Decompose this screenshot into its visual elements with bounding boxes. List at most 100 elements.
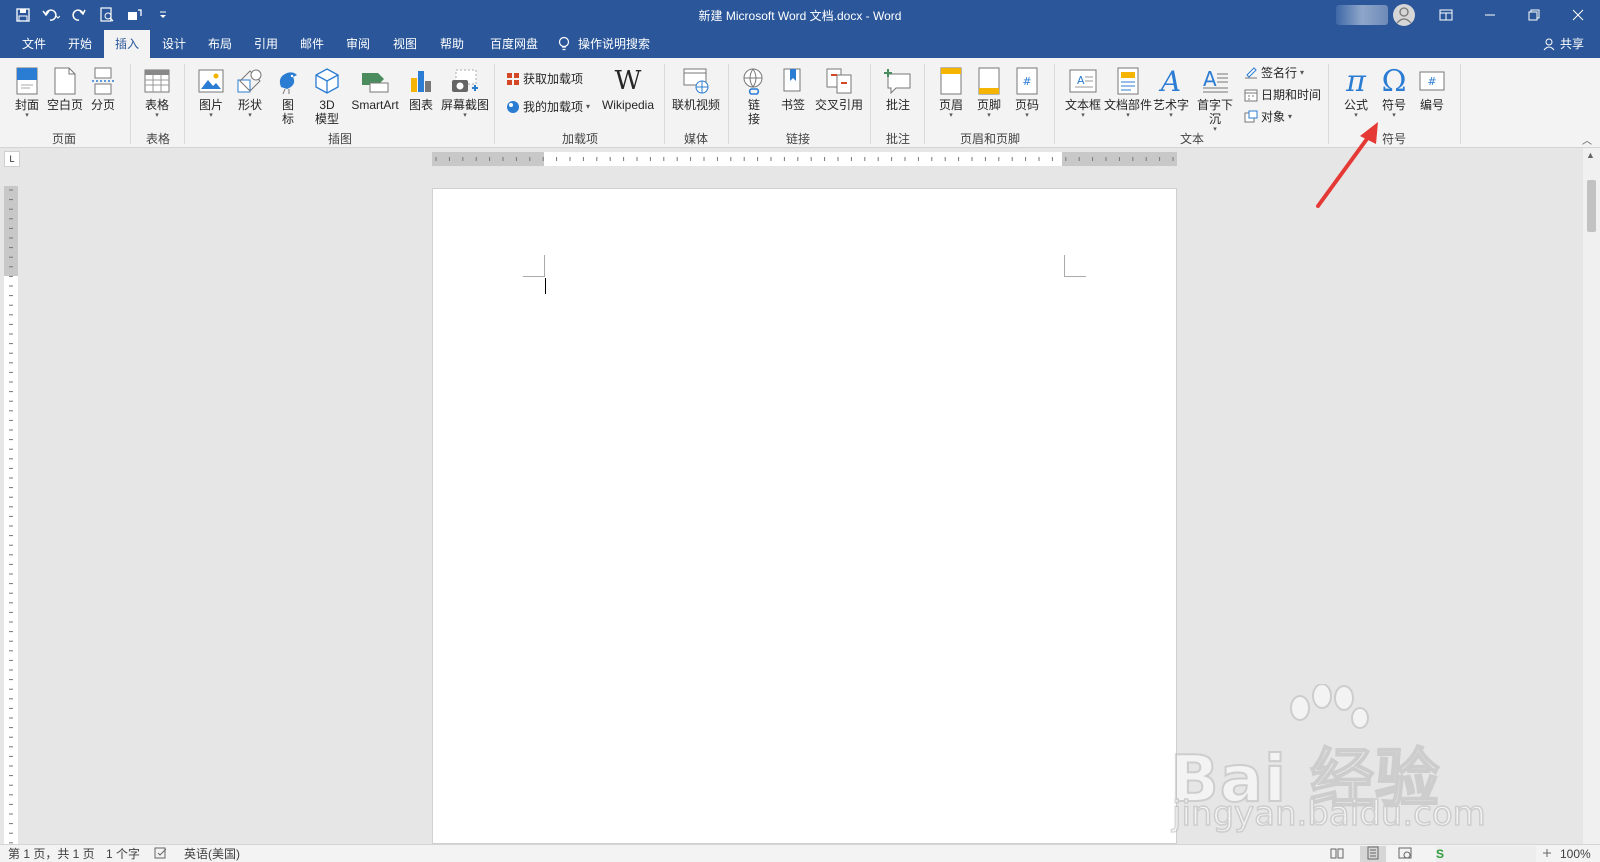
table-button[interactable]: 表格 ▾	[142, 64, 172, 120]
text-box-button[interactable]: A 文本框 ▾	[1064, 64, 1102, 120]
picture-button[interactable]: 图片 ▾	[196, 64, 226, 120]
wikipedia-button[interactable]: W Wikipedia	[598, 64, 658, 112]
equation-button[interactable]: π 公式 ▾	[1340, 64, 1372, 120]
tab-layout[interactable]: 布局	[200, 30, 240, 58]
close-icon[interactable]	[1556, 0, 1600, 30]
number-icon: #	[1419, 64, 1445, 98]
quick-parts-button[interactable]: 文档部件 ▾	[1104, 64, 1152, 120]
tab-design[interactable]: 设计	[154, 30, 194, 58]
bookmark-button[interactable]: 书签	[778, 64, 808, 112]
smartart-button[interactable]: SmartArt	[348, 64, 402, 112]
blank-page-button[interactable]: 空白页	[46, 64, 84, 112]
chart-button[interactable]: 图表	[406, 64, 436, 112]
object-button[interactable]: 对象 ▾	[1244, 108, 1292, 125]
bird-icon	[275, 64, 301, 98]
vertical-ruler[interactable]	[4, 186, 18, 846]
page-number-icon: #	[1016, 64, 1038, 98]
tab-selector[interactable]: L	[4, 151, 20, 167]
cover-page-button[interactable]: 封面 ▾	[12, 64, 42, 120]
group-label-header-footer: 页眉和页脚	[960, 132, 1021, 146]
restore-icon[interactable]	[1512, 0, 1556, 30]
3d-models-button[interactable]: 3D 模型	[312, 64, 342, 126]
tell-me-search[interactable]: 操作说明搜索	[558, 30, 668, 58]
scrollbar-thumb[interactable]	[1587, 180, 1596, 232]
quick-parts-icon	[1117, 64, 1139, 98]
minimize-icon[interactable]	[1468, 0, 1512, 30]
page-count[interactable]: 第 1 页，共 1 页	[8, 846, 95, 862]
web-layout-icon[interactable]	[1398, 846, 1412, 862]
new-comment-button[interactable]: 批注	[880, 64, 916, 112]
user-name-blurred[interactable]	[1336, 5, 1388, 25]
ribbon-display-icon[interactable]	[1424, 0, 1468, 30]
icons-button[interactable]: 图 标	[274, 64, 302, 126]
cross-reference-button[interactable]: 交叉引用	[814, 64, 864, 112]
symbol-button[interactable]: Ω 符号 ▾	[1378, 64, 1410, 120]
wordart-icon: A	[1160, 64, 1182, 98]
horizontal-ruler-ticks	[435, 157, 1174, 161]
tab-insert[interactable]: 插入	[104, 30, 150, 58]
numbering-button[interactable]: # 编号	[1416, 64, 1448, 112]
pi-icon: π	[1346, 63, 1366, 99]
tab-help[interactable]: 帮助	[432, 30, 472, 58]
page-number-button[interactable]: # 页码 ▾	[1012, 64, 1042, 120]
store-icon	[507, 72, 519, 85]
header-button[interactable]: 页眉 ▾	[936, 64, 966, 120]
group-label-illustrations: 插图	[328, 132, 353, 146]
table-icon	[144, 64, 170, 98]
text-cursor	[545, 278, 546, 294]
tell-me-label: 操作说明搜索	[578, 37, 651, 51]
tab-view[interactable]: 视图	[385, 30, 425, 58]
language[interactable]: 英语(美国)	[184, 846, 240, 862]
sogou-ime-icon: S	[1436, 847, 1445, 861]
tab-references[interactable]: 引用	[246, 30, 286, 58]
group-label-links: 链接	[786, 132, 811, 146]
camera-icon	[450, 64, 480, 98]
svg-text:#: #	[1022, 75, 1031, 88]
read-mode-icon[interactable]	[1330, 846, 1344, 862]
date-time-button[interactable]: 日期和时间	[1244, 86, 1321, 103]
group-label-media: 媒体	[684, 132, 709, 146]
document-page[interactable]	[432, 188, 1177, 844]
screenshot-button[interactable]: 屏幕截图 ▾	[440, 64, 490, 120]
scroll-up-icon[interactable]: ▲	[1586, 150, 1595, 160]
wordart-button[interactable]: A 艺术字 ▾	[1152, 64, 1190, 120]
comment-icon	[884, 64, 912, 98]
globe-link-icon	[741, 64, 767, 98]
online-video-button[interactable]: 联机视频	[672, 64, 720, 112]
page-break-button[interactable]: 分页	[88, 64, 118, 112]
get-addins-button[interactable]: 获取加载项	[506, 70, 583, 87]
share-label: 共享	[1559, 37, 1584, 51]
margin-marker-top-right	[1064, 255, 1086, 277]
watermark-url: jingyan.baidu.com	[1171, 793, 1486, 835]
vertical-ruler-ticks	[9, 189, 13, 844]
tab-mailings[interactable]: 邮件	[292, 30, 332, 58]
footer-button[interactable]: 页脚 ▾	[974, 64, 1004, 120]
proofing-icon[interactable]	[154, 846, 168, 862]
link-button[interactable]: 链 接	[740, 64, 768, 126]
signature-icon	[1245, 66, 1257, 78]
my-addins-button[interactable]: 我的加载项 ▾	[506, 98, 590, 115]
cross-reference-icon	[825, 64, 853, 98]
cover-page-icon	[16, 64, 38, 98]
tab-review[interactable]: 审阅	[338, 30, 378, 58]
print-layout-icon[interactable]	[1360, 846, 1386, 862]
signature-line-button[interactable]: 签名行 ▾	[1244, 64, 1304, 81]
collapse-ribbon-icon[interactable]: ︿	[1582, 132, 1592, 147]
footer-icon	[978, 64, 1000, 98]
word-count[interactable]: 1 个字	[106, 846, 140, 862]
margin-marker-top-left	[523, 255, 545, 277]
share-button[interactable]: 共享	[1542, 30, 1584, 58]
ime-toolbar[interactable]: S	[1436, 846, 1536, 862]
zoom-level[interactable]: 100%	[1560, 846, 1591, 862]
avatar[interactable]	[1393, 4, 1415, 26]
zoom-slider[interactable]	[1540, 846, 1554, 862]
puzzle-icon	[507, 100, 519, 113]
vertical-scrollbar[interactable]: ▲	[1583, 148, 1600, 844]
tab-file[interactable]: 文件	[14, 30, 54, 58]
tab-home[interactable]: 开始	[60, 30, 100, 58]
horizontal-ruler[interactable]	[432, 152, 1177, 166]
tab-baidu-netdisk[interactable]: 百度网盘	[484, 30, 544, 58]
group-label-addins: 加载项	[562, 132, 599, 146]
drop-cap-button[interactable]: A 首字下沉 ▾	[1192, 64, 1238, 134]
shapes-button[interactable]: 形状 ▾	[234, 64, 266, 120]
